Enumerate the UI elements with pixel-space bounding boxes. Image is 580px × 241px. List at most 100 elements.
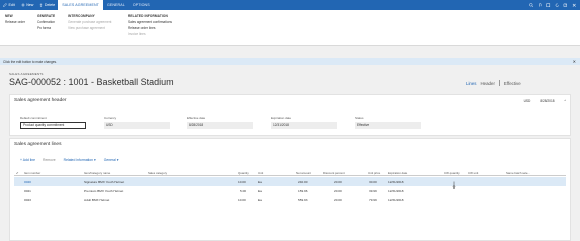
item-number-link[interactable]: 0020 <box>24 180 31 184</box>
table-row[interactable]: 0020 Signature BMX Youth Helmet 10.00 Ea… <box>14 177 566 186</box>
invoice-lines-button[interactable]: Invoice lines <box>128 32 172 36</box>
discount-percent: 20.00 <box>334 189 342 193</box>
status-value[interactable]: Effective <box>355 121 421 129</box>
ribbon-group-related: RELATED INFORMATION Sales agreement conf… <box>128 14 172 38</box>
tab-general[interactable]: GENERAL <box>103 0 129 10</box>
new-button[interactable]: New <box>18 0 37 10</box>
default-commitment-input[interactable]: Product quantity commitment <box>20 121 86 129</box>
effective-date-value[interactable]: 8/28/2018 <box>187 121 253 129</box>
command-bar: Edit New Delete SALES AGREEMENT GENERAL … <box>0 0 580 10</box>
delete-button[interactable]: Delete <box>36 0 58 10</box>
view-switcher: Lines Header Effective <box>466 80 521 86</box>
divider <box>498 80 500 86</box>
lines-toolbar: + Add line Remove Related information ▾ … <box>20 158 118 162</box>
column-header[interactable]: Same batch sele... <box>506 171 530 175</box>
sales-agreement-lines-card: Sales agreement lines + Add line Remove … <box>9 138 571 241</box>
confirmation-button[interactable]: Confirmation <box>37 20 55 24</box>
field-label: Default commitment <box>20 116 47 120</box>
office-icon[interactable] <box>546 3 551 8</box>
breadcrumb[interactable]: SALES AGREEMENTS <box>9 72 44 76</box>
quantity: 10.00 <box>238 180 246 184</box>
tab-sales-agreement[interactable]: SALES AGREEMENT <box>58 0 103 10</box>
currency-value[interactable]: USD <box>104 121 170 129</box>
column-header[interactable]: CW unit <box>468 171 478 175</box>
new-label: New <box>26 3 34 7</box>
page-title: SAG-000052 : 1001 - Basketball Stadium <box>9 77 174 87</box>
generate-purchase-agreement-button[interactable]: Generate purchase agreement <box>68 20 111 24</box>
discount-percent: 20.00 <box>334 198 342 202</box>
column-header[interactable]: Unit price <box>368 171 380 175</box>
collapse-icon[interactable]: ^ <box>565 99 567 103</box>
info-message-bar: Click the edit button to make changes. ✕ <box>0 58 580 65</box>
table-row[interactable]: 0023 Adult BMX Helmet 10.00 Ea 559.93 20… <box>14 195 566 204</box>
sales-agreement-header-card: Sales agreement header USD 8/28/2018 ^ D… <box>9 94 571 136</box>
column-header[interactable]: Item number <box>24 171 40 175</box>
date-summary: 8/28/2018 <box>540 99 555 103</box>
close-icon[interactable]: ✕ <box>573 59 576 64</box>
attach-icon[interactable] <box>538 2 543 8</box>
ribbon-group-generate: GENERATE Confirmation Pro forma <box>37 14 55 32</box>
item-number[interactable]: 0021 <box>24 189 31 193</box>
card-title[interactable]: Sales agreement lines <box>10 139 570 150</box>
delete-label: Delete <box>44 3 56 7</box>
unit-price: 39.99 <box>369 189 377 193</box>
trash-icon <box>40 3 43 7</box>
release-order-lines-button[interactable]: Release order lines <box>128 26 172 30</box>
refresh-icon[interactable] <box>555 3 560 8</box>
close-icon[interactable] <box>572 3 577 8</box>
view-header[interactable]: Header <box>481 81 495 86</box>
search-icon[interactable] <box>529 2 534 8</box>
column-header[interactable]: CW quantity <box>444 171 460 175</box>
remove-button[interactable]: Remove <box>43 158 56 162</box>
column-header[interactable]: Sales category <box>148 171 167 175</box>
edit-label: Edit <box>8 3 15 7</box>
item-name: Premium BMX Youth Helmet <box>84 189 124 193</box>
card-title[interactable]: Sales agreement header <box>10 95 570 106</box>
quantity: 5.00 <box>240 189 247 193</box>
grid-header: ✔ Item number Item/Category name Sales c… <box>14 170 566 176</box>
field-label: Currency <box>104 116 117 120</box>
related-information-menu[interactable]: Related information ▾ <box>64 158 96 162</box>
pencil-icon <box>3 3 7 7</box>
table-row[interactable]: 0021 Premium BMX Youth Helmet 5.00 Ea 15… <box>14 186 566 195</box>
unit: Ea <box>258 189 262 193</box>
expiration-date-value[interactable]: 12/31/2018 <box>271 121 337 129</box>
view-purchase-agreement-button[interactable]: View purchase agreement <box>68 26 111 30</box>
net-amount: 159.96 <box>298 189 308 193</box>
column-header[interactable]: Net amount <box>296 171 311 175</box>
currency-summary: USD <box>523 99 531 103</box>
expiration-date: 12/31/2018 <box>388 189 404 193</box>
release-order-button[interactable]: Release order <box>5 20 25 24</box>
general-menu[interactable]: General ▾ <box>104 158 119 162</box>
status-effective: Effective <box>503 80 521 86</box>
item-number[interactable]: 0023 <box>24 198 31 202</box>
select-all-checkbox[interactable]: ✔ <box>16 171 18 175</box>
quantity: 10.00 <box>238 198 246 202</box>
currency-field: Currency USD <box>104 116 170 129</box>
field-label: Status <box>355 116 364 120</box>
expiration-date-field: Expiration date 12/31/2018 <box>271 116 337 129</box>
field-label: Effective date <box>187 116 206 120</box>
view-lines[interactable]: Lines <box>466 81 477 86</box>
pro-forma-button[interactable]: Pro forma <box>37 26 55 30</box>
unit: Ea <box>258 180 262 184</box>
header-summary: USD 8/28/2018 ^ <box>524 99 566 103</box>
item-name: Signature BMX Youth Helmet <box>84 180 125 184</box>
ribbon-group-intercompany: INTERCOMPANY Generate purchase agreement… <box>68 14 111 32</box>
column-header[interactable]: Quantity <box>238 171 249 175</box>
column-header[interactable]: Expiration date <box>388 171 407 175</box>
column-header[interactable]: Unit <box>258 171 263 175</box>
add-line-button[interactable]: + Add line <box>20 158 35 162</box>
plus-icon <box>21 3 25 7</box>
group-title: INTERCOMPANY <box>68 14 95 18</box>
mouse-cursor-icon <box>452 181 456 189</box>
popout-icon[interactable] <box>563 3 568 8</box>
field-label: Expiration date <box>271 116 292 120</box>
edit-button[interactable]: Edit <box>0 0 18 10</box>
tab-options[interactable]: OPTIONS <box>129 0 154 10</box>
column-header[interactable]: Item/Category name <box>84 171 110 175</box>
column-header[interactable]: Discount percent <box>323 171 345 175</box>
status-field: Status Effective <box>355 116 421 129</box>
group-title: RELATED INFORMATION <box>128 14 168 18</box>
confirmations-button[interactable]: Sales agreement confirmations <box>128 20 172 24</box>
